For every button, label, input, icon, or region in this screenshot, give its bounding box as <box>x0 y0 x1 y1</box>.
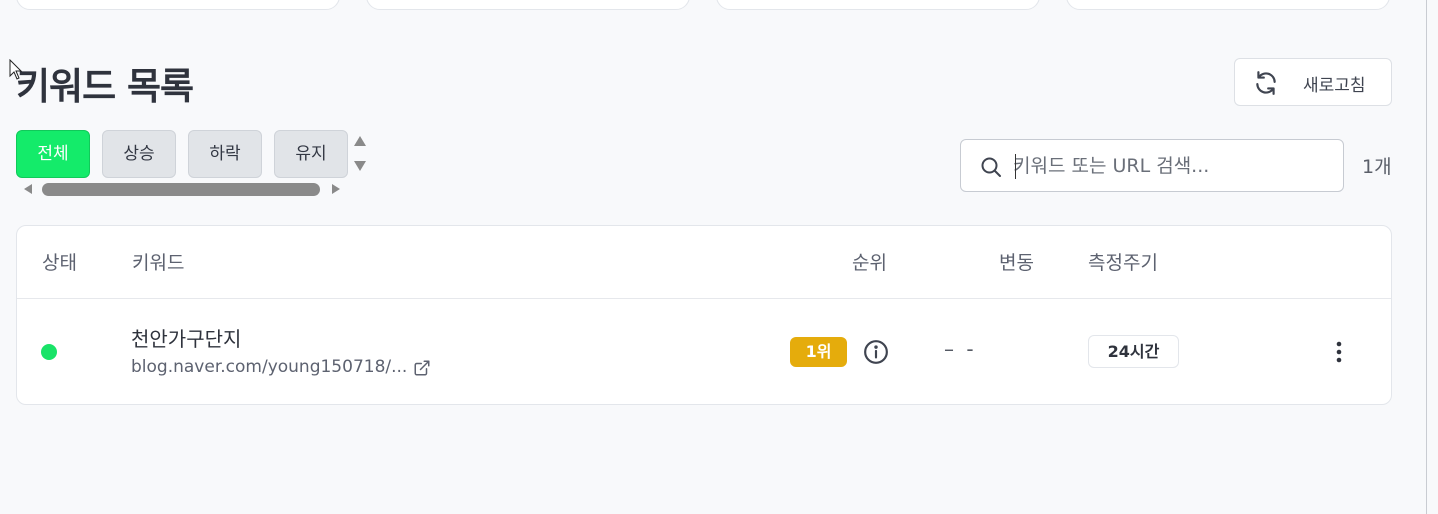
summary-card <box>716 0 1040 10</box>
horizontal-scrollbar-thumb[interactable] <box>42 183 320 196</box>
keyword-url: blog.naver.com/young150718/... <box>131 357 408 377</box>
column-header-keyword: 키워드 <box>132 252 185 274</box>
column-header-status: 상태 <box>42 252 77 274</box>
info-icon[interactable] <box>863 339 889 365</box>
column-header-interval: 측정주기 <box>1088 252 1158 274</box>
rank-change: – - <box>944 337 977 361</box>
header-divider <box>17 298 1391 299</box>
column-header-rank: 순위 <box>852 252 887 274</box>
keyword-table: 상태 키워드 순위 변동 측정주기 천안가구단지 blog.naver.com/… <box>16 225 1392 405</box>
scroll-right-arrow-icon[interactable] <box>330 183 344 195</box>
status-indicator <box>41 344 57 360</box>
search-box <box>960 139 1344 192</box>
filter-tabs: 전체 상승 하락 유지 <box>14 128 370 200</box>
window-edge <box>1426 0 1427 514</box>
search-input[interactable] <box>1013 152 1333 180</box>
keyword-name: 천안가구단지 <box>131 327 242 351</box>
scroll-left-arrow-icon[interactable] <box>20 183 34 195</box>
filter-all-button[interactable]: 전체 <box>16 130 90 178</box>
column-header-change: 변동 <box>999 252 1034 274</box>
rank-badge: 1위 <box>790 337 847 367</box>
scroll-up-arrow-icon[interactable] <box>353 135 367 147</box>
text-caret <box>1015 154 1016 179</box>
refresh-label: 새로고침 <box>1303 76 1366 96</box>
more-vertical-icon[interactable] <box>1331 339 1347 365</box>
filter-rising-button[interactable]: 상승 <box>102 130 176 178</box>
search-icon <box>981 157 1001 177</box>
interval-badge: 24시간 <box>1088 335 1179 368</box>
external-link-icon[interactable] <box>413 359 431 377</box>
summary-card <box>1066 0 1390 10</box>
result-count: 1개 <box>1362 156 1392 178</box>
summary-card <box>366 0 690 10</box>
filter-steady-button[interactable]: 유지 <box>274 130 348 178</box>
refresh-icon <box>1256 71 1276 95</box>
summary-card <box>16 0 340 10</box>
filter-falling-button[interactable]: 하락 <box>188 130 262 178</box>
scroll-down-arrow-icon[interactable] <box>353 160 367 172</box>
refresh-button[interactable]: 새로고침 <box>1234 58 1392 106</box>
page-title: 키워드 목록 <box>16 65 194 108</box>
